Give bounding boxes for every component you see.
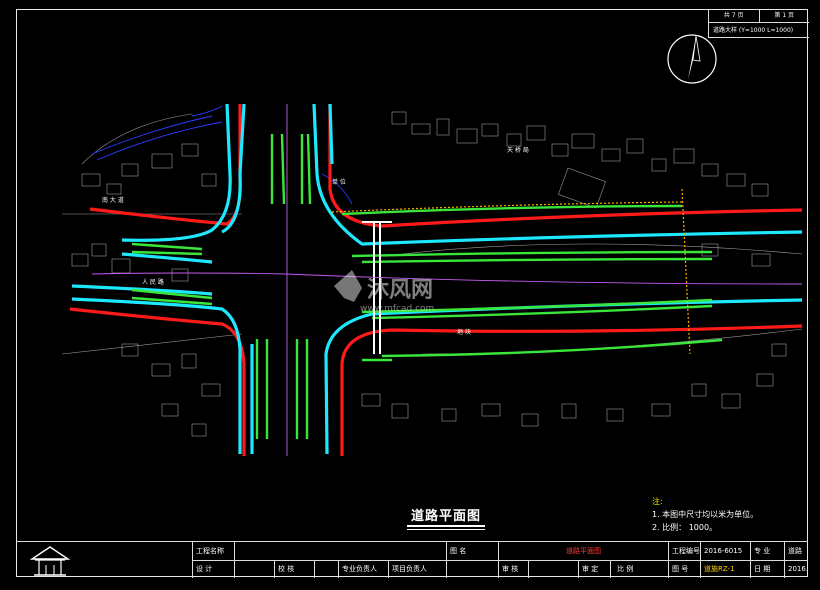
watermark-brand: 沐风网 [367, 278, 433, 303]
discipline-label: 专 业 [750, 542, 784, 560]
map-label: 地 块 [457, 328, 471, 336]
title-block: 工程名称 图 名 道路平面图 工程编号 2016-6015 专 业 道路 设 计… [16, 541, 808, 578]
map-label: 南 大 道 [102, 196, 124, 204]
design-label: 设 计 [192, 560, 234, 578]
discipline-value: 道路 [784, 542, 808, 560]
approve-label: 审 定 [578, 560, 610, 578]
watermark-url: www.mfcad.com [360, 304, 434, 314]
note-line: 1. 本图中尺寸均以米为单位。 [652, 510, 759, 519]
road-plan-drawing: 南 大 道 单 位 天 桥 局 地 块 人 民 路 沐风网 www.mfcad.… [62, 104, 802, 456]
page-count: 共 7 页 [723, 12, 744, 19]
check-value [314, 560, 338, 578]
project-lead-value [446, 560, 498, 578]
map-label: 单 位 [332, 178, 346, 186]
drawing-no-value: 道施RZ-1 [700, 560, 750, 578]
project-name-value [234, 542, 446, 560]
sheet-info-box: 共 7 页 第 1 页 道路大样 (Y≈1000 L≈1000) [708, 9, 809, 38]
drawing-title: 道路平面图 [407, 505, 486, 530]
blue-watercourse-lines [91, 105, 353, 205]
review-label: 审 核 [498, 560, 528, 578]
sheet-number: 第 1 页 [758, 9, 810, 22]
notes: 注: 1. 本图中尺寸均以米为单位。 2. 比例： 1000。 [652, 495, 758, 534]
notes-heading: 注: [652, 497, 663, 506]
project-no-label: 工程编号 [668, 542, 700, 560]
check-label: 校 核 [274, 560, 314, 578]
house-logo-icon [30, 546, 70, 576]
road-edge-lines [69, 104, 802, 456]
background-buildings [62, 111, 802, 437]
date-value: 2016. 6 [784, 560, 808, 578]
project-name-label: 工程名称 [192, 542, 234, 560]
drawing-name-value: 道路平面图 [498, 542, 668, 560]
drawing-no-label: 图 号 [668, 560, 700, 578]
project-lead-label: 项目负责人 [388, 560, 446, 578]
review-value [528, 560, 578, 578]
note-line: 2. 比例： 1000。 [652, 523, 718, 532]
design-value [234, 560, 274, 578]
project-no-value: 2016-6015 [700, 542, 750, 560]
scale-note: 道路大样 (Y≈1000 L≈1000) [713, 27, 794, 34]
scale-label: 比 例 [617, 565, 634, 573]
north-arrow-icon [667, 34, 717, 84]
map-label: 人 民 路 [142, 278, 164, 286]
specialty-lead-label: 专业负责人 [338, 560, 388, 578]
watermark-logo: 沐风网 www.mfcad.com [334, 270, 434, 314]
date-label: 日 期 [750, 560, 784, 578]
map-label: 天 桥 局 [507, 146, 529, 154]
drawing-name-label: 图 名 [446, 542, 498, 560]
road-centerline [91, 104, 802, 456]
